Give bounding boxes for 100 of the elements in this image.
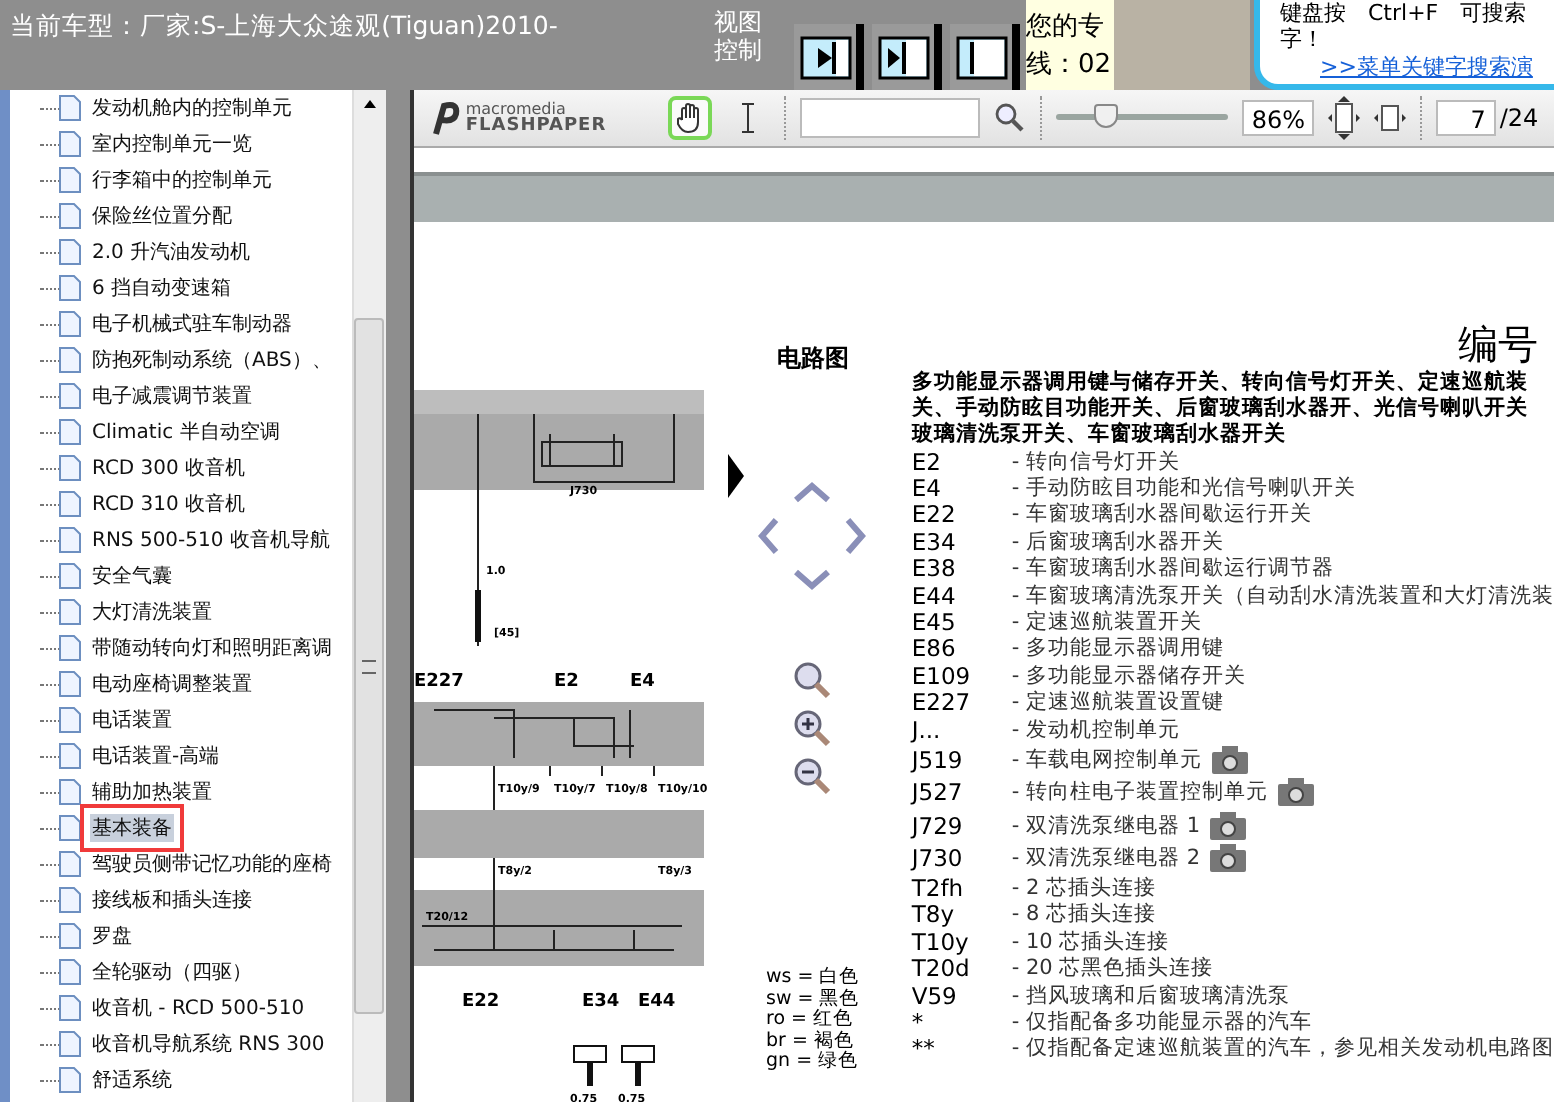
camera-icon[interactable] (1276, 776, 1316, 809)
component-description: - 定速巡航装置设置键 (1011, 688, 1224, 717)
search-demo-link[interactable]: >>菜单关键字搜索演 (1280, 52, 1554, 82)
tree-item[interactable]: 室内控制单元一览 (90, 130, 254, 158)
tree-item[interactable]: RCD 300 收音机 (90, 454, 248, 482)
tree-item[interactable]: 接线板和插头连接 (90, 886, 254, 914)
zoom-in-icon[interactable] (792, 708, 833, 748)
component-description: - 车窗玻璃清洗泵开关（自动刮水清洗装置和大灯清洗装 (1011, 581, 1554, 610)
tree-item[interactable]: 防抱死制动系统（ABS）、 (90, 346, 334, 374)
component-code: E44 (911, 581, 958, 610)
tree-item[interactable]: Climatic 半自动空调 (90, 418, 282, 446)
tree-item[interactable]: 安全气囊 (90, 562, 174, 590)
component-code: * (911, 1007, 926, 1036)
diagram-label: E227 (413, 672, 464, 692)
component-description: - 转向信号灯开关 (1011, 447, 1180, 476)
component-code: J527 (911, 778, 965, 807)
hand-tool-button[interactable] (667, 96, 712, 140)
text-cursor-icon[interactable] (739, 102, 756, 134)
window-title: 当前车型：厂家:S-上海大众途观(Tiguan)2010- (8, 8, 560, 44)
tree-item[interactable]: 6 挡自动变速箱 (90, 274, 234, 302)
page-icon (58, 994, 82, 1022)
component-description: - 挡风玻璃和后窗玻璃清洗泵 (1011, 981, 1290, 1010)
view-button[interactable] (794, 24, 864, 90)
description-text: 多功能显示器调用键与储存开关、转向信号灯开关、定速巡航装 关、手动防眩目功能开关、后窗玻璃刮水器开、光信号喇叭开关 玻璃清洗泵开关、车窗玻璃刮水器开关 (911, 370, 1530, 448)
page-icon (58, 310, 82, 338)
component-code: E4 (911, 474, 943, 503)
zoom-out-icon[interactable] (792, 756, 833, 796)
component-code: T8y (911, 900, 957, 929)
tree-item[interactable]: 驾驶员侧带记忆功能的座椅 (90, 850, 334, 878)
tree-item[interactable]: 发动机舱内的控制单元 (90, 94, 294, 122)
component-description: - 手动防眩目功能和光信号喇叭开关 (1011, 474, 1356, 502)
diagram-label: E2 (553, 672, 579, 692)
tree-item[interactable]: 行李箱中的控制单元 (90, 166, 274, 194)
tree-item[interactable]: 基本装备 (90, 814, 174, 842)
tree-item[interactable]: 带随动转向灯和照明距离调 (90, 634, 334, 662)
tree-item[interactable]: 2.0 升汽油发动机 (90, 238, 253, 266)
page-icon (58, 130, 82, 158)
tree-item[interactable]: 舒适系统 (90, 1066, 174, 1094)
tree-item[interactable]: 电话装置 (90, 706, 174, 734)
page-icon (58, 382, 82, 410)
tree-item[interactable]: RNS 500-510 收音机导航 (90, 526, 332, 554)
tree-item[interactable]: RCD 310 收音机 (90, 490, 248, 518)
tree-item[interactable]: 电动座椅调整装置 (90, 670, 254, 698)
mascot-placeholder (1114, 0, 1250, 90)
tree-item[interactable]: 电子机械式驻车制动器 (90, 310, 294, 338)
tree-item[interactable]: 大灯清洗装置 (90, 598, 214, 626)
page-icon (58, 166, 82, 194)
component-code: E38 (911, 554, 958, 583)
page-icon (58, 202, 82, 230)
component-description: - 车载电网控制单元 (1011, 745, 1202, 774)
fit-page-icon[interactable] (1327, 96, 1360, 140)
camera-icon[interactable] (1208, 809, 1249, 842)
color-legend-entry: sw = 黑色 (766, 989, 860, 1009)
tree-item[interactable]: 收音机导航系统 RNS 300 (90, 1030, 327, 1058)
scroll-thumb[interactable] (354, 318, 385, 1014)
component-code: J729 (911, 811, 965, 840)
page-icon (58, 742, 82, 770)
color-legend-entry: gn = 绿色 (766, 1052, 860, 1073)
view-button[interactable] (872, 24, 942, 90)
tree-item[interactable]: 全轮驱动（四驱） (90, 958, 254, 986)
component-code: E2 (911, 447, 943, 476)
tree-item[interactable]: 保险丝位置分配 (90, 202, 234, 230)
tree-item[interactable]: 罗盘 (90, 922, 134, 950)
component-code: T2fh (911, 874, 966, 902)
tree-item[interactable]: 辅助加热装置 (90, 778, 214, 806)
triangle-icon (727, 454, 744, 498)
component-description: - 车窗玻璃刮水器间歇运行调节器 (1011, 554, 1334, 583)
component-description: - 8 芯插头连接 (1011, 900, 1157, 929)
section-title: 电路图 (776, 342, 849, 376)
tree-item[interactable]: 电话装置-高端 (90, 742, 222, 770)
page-icon (58, 418, 82, 446)
zoom-icon[interactable] (792, 660, 833, 700)
component-description: - 转向柱电子装置控制单元 (1011, 778, 1268, 807)
page-icon (58, 670, 82, 698)
search-field[interactable] (799, 98, 980, 138)
page-icon (58, 958, 82, 986)
component-description: - 车窗玻璃刮水器间歇运行开关 (1011, 500, 1312, 529)
hand-icon[interactable] (675, 102, 704, 134)
page-icon (58, 634, 82, 662)
component-code: E34 (911, 527, 958, 556)
tree-item[interactable]: 收音机 - RCD 500-510 (90, 994, 307, 1022)
scrollbar[interactable] (351, 90, 386, 1102)
view-button[interactable] (950, 24, 1020, 90)
component-description: - 多功能显示器储存开关 (1011, 661, 1246, 690)
zoom-field[interactable]: 86% (1241, 100, 1314, 136)
page-icon (58, 526, 82, 554)
camera-icon[interactable] (1208, 842, 1249, 875)
page-number-field[interactable]: 7 (1435, 100, 1496, 136)
page-icon (58, 922, 82, 950)
component-description: - 10 芯插头连接 (1011, 927, 1170, 956)
search-icon[interactable] (993, 102, 1026, 134)
camera-icon[interactable] (1210, 743, 1250, 776)
component-description: - 发动机控制单元 (1011, 715, 1180, 744)
tip-text: 键盘按 Ctrl+F 可搜索 (1280, 0, 1529, 26)
tree-item[interactable]: 电子减震调节装置 (90, 382, 254, 410)
component-description: - 双清洗泵继电器 1 (1011, 811, 1201, 840)
component-code: V59 (911, 981, 959, 1010)
component-code: T10y (911, 927, 971, 956)
component-code: J519 (911, 745, 965, 774)
fit-width-icon[interactable] (1373, 102, 1406, 134)
